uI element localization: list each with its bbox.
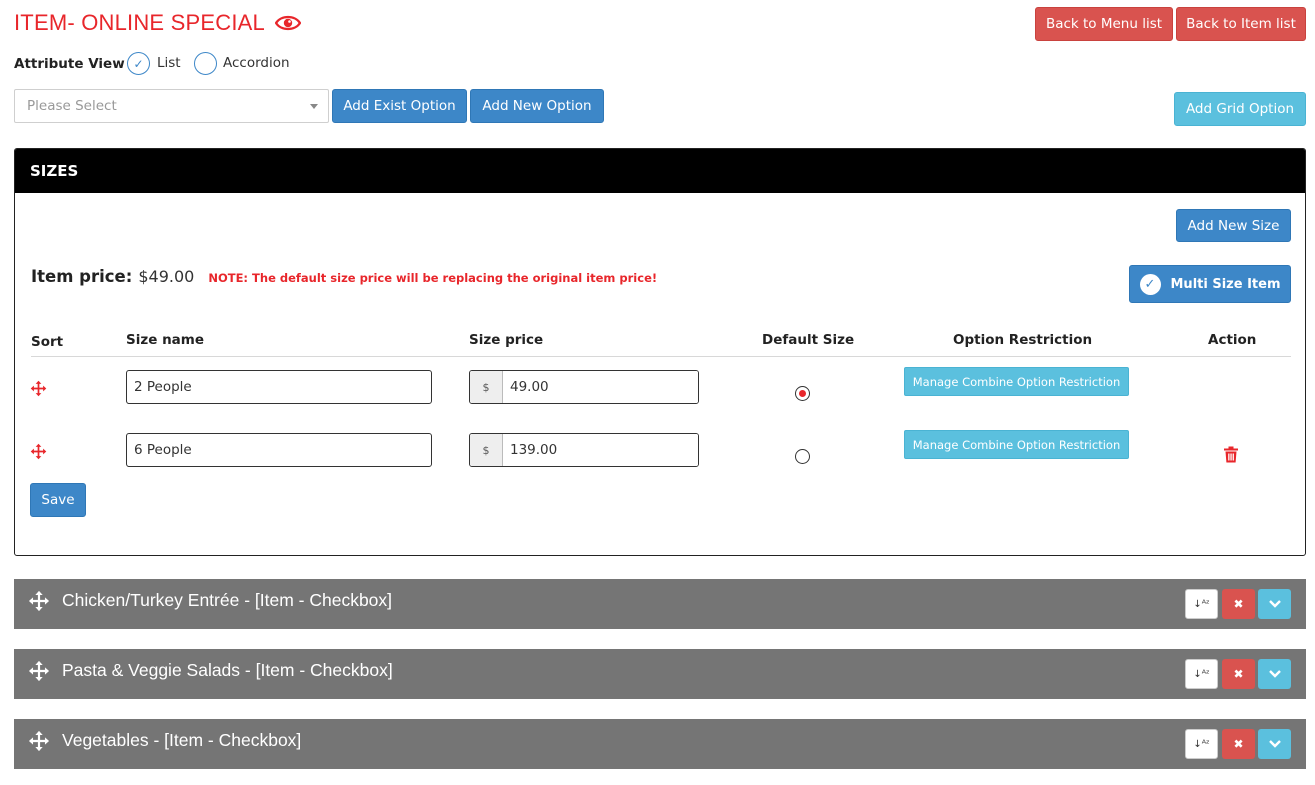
- close-icon: ✖: [1233, 737, 1244, 751]
- eye-icon[interactable]: [274, 14, 301, 32]
- sort-alpha-icon: ↓ᴬᶻ: [1193, 598, 1210, 610]
- expand-group-button[interactable]: [1258, 729, 1291, 759]
- currency-addon: $: [470, 434, 503, 466]
- column-default-size: Default Size: [762, 332, 855, 348]
- column-sort: Sort: [31, 334, 64, 350]
- option-group-bar[interactable]: Vegetables - [Item - Checkbox] ↓ᴬᶻ ✖: [14, 719, 1306, 769]
- sizes-header: SIZES: [15, 149, 1305, 193]
- add-exist-option-button[interactable]: Add Exist Option: [332, 89, 467, 123]
- chevron-down-icon: [1268, 670, 1281, 678]
- column-option-restriction: Option Restriction: [953, 332, 1093, 348]
- chevron-down-icon: [1268, 740, 1281, 748]
- page-title: ITEM- ONLINE SPECIAL: [14, 10, 265, 35]
- save-button[interactable]: Save: [30, 483, 86, 517]
- chevron-down-icon: [1268, 600, 1281, 608]
- currency-addon: $: [470, 371, 503, 403]
- size-price-value[interactable]: 139.00: [503, 434, 698, 466]
- check-circle-icon: ✓: [1139, 273, 1161, 295]
- column-size-price: Size price: [469, 332, 544, 348]
- add-new-size-button[interactable]: Add New Size: [1176, 209, 1291, 242]
- move-handle-icon[interactable]: [30, 380, 47, 397]
- sort-alpha-button[interactable]: ↓ᴬᶻ: [1185, 589, 1218, 619]
- back-to-menu-button[interactable]: Back to Menu list: [1035, 7, 1173, 41]
- size-name-input[interactable]: 6 People: [126, 433, 432, 467]
- column-action: Action: [1208, 332, 1257, 348]
- size-name-input[interactable]: 2 People: [126, 370, 432, 404]
- sizes-panel: SIZES Add New Size Item price: $49.00 NO…: [14, 148, 1306, 556]
- add-grid-option-button[interactable]: Add Grid Option: [1174, 92, 1306, 126]
- back-to-item-button[interactable]: Back to Item list: [1176, 7, 1306, 41]
- column-size-name: Size name: [126, 332, 205, 348]
- default-size-radio[interactable]: [795, 449, 810, 464]
- page-title-row: ITEM- ONLINE SPECIAL: [14, 10, 301, 36]
- multi-size-item-button[interactable]: ✓ Multi Size Item: [1129, 265, 1291, 303]
- sort-alpha-icon: ↓ᴬᶻ: [1193, 738, 1210, 750]
- option-group-title: Vegetables - [Item - Checkbox]: [62, 730, 302, 750]
- item-price-label: Item price:: [31, 267, 133, 286]
- attribute-view-label: Attribute View: [14, 56, 125, 72]
- option-select-placeholder: Please Select: [27, 98, 117, 114]
- option-select[interactable]: Please Select: [14, 89, 329, 123]
- manage-restriction-button[interactable]: Manage Combine Option Restriction: [904, 430, 1129, 459]
- option-group-title: Pasta & Veggie Salads - [Item - Checkbox…: [62, 660, 393, 680]
- list-radio[interactable]: ✓: [127, 52, 150, 75]
- option-group-bar[interactable]: Chicken/Turkey Entrée - [Item - Checkbox…: [14, 579, 1306, 629]
- multi-size-item-label: Multi Size Item: [1170, 276, 1281, 292]
- add-new-option-button[interactable]: Add New Option: [470, 89, 604, 123]
- trash-icon[interactable]: [1223, 446, 1239, 463]
- option-group-bar[interactable]: Pasta & Veggie Salads - [Item - Checkbox…: [14, 649, 1306, 699]
- caret-down-icon: [310, 104, 318, 109]
- size-price-value[interactable]: 49.00: [503, 371, 698, 403]
- expand-group-button[interactable]: [1258, 589, 1291, 619]
- price-note: NOTE: The default size price will be rep…: [208, 271, 658, 285]
- delete-group-button[interactable]: ✖: [1222, 659, 1255, 689]
- radio-selected-dot: [799, 390, 806, 397]
- accordion-radio[interactable]: [194, 52, 217, 75]
- sort-alpha-button[interactable]: ↓ᴬᶻ: [1185, 659, 1218, 689]
- move-icon[interactable]: [28, 590, 50, 612]
- move-icon[interactable]: [28, 660, 50, 682]
- accordion-radio-label: Accordion: [223, 55, 290, 71]
- sort-alpha-button[interactable]: ↓ᴬᶻ: [1185, 729, 1218, 759]
- sort-alpha-icon: ↓ᴬᶻ: [1193, 668, 1210, 680]
- item-price-row: Item price: $49.00 NOTE: The default siz…: [31, 267, 657, 286]
- size-price-input[interactable]: $ 49.00: [469, 370, 699, 404]
- close-icon: ✖: [1233, 667, 1244, 681]
- list-radio-label: List: [157, 55, 181, 71]
- option-group-title: Chicken/Turkey Entrée - [Item - Checkbox…: [62, 590, 393, 610]
- size-price-input[interactable]: $ 139.00: [469, 433, 699, 467]
- item-price-value: $49.00: [138, 267, 195, 286]
- move-icon[interactable]: [28, 730, 50, 752]
- delete-group-button[interactable]: ✖: [1222, 589, 1255, 619]
- manage-restriction-button[interactable]: Manage Combine Option Restriction: [904, 367, 1129, 396]
- close-icon: ✖: [1233, 597, 1244, 611]
- delete-group-button[interactable]: ✖: [1222, 729, 1255, 759]
- table-divider: [31, 356, 1291, 357]
- expand-group-button[interactable]: [1258, 659, 1291, 689]
- default-size-radio[interactable]: [795, 386, 810, 401]
- move-handle-icon[interactable]: [30, 443, 47, 460]
